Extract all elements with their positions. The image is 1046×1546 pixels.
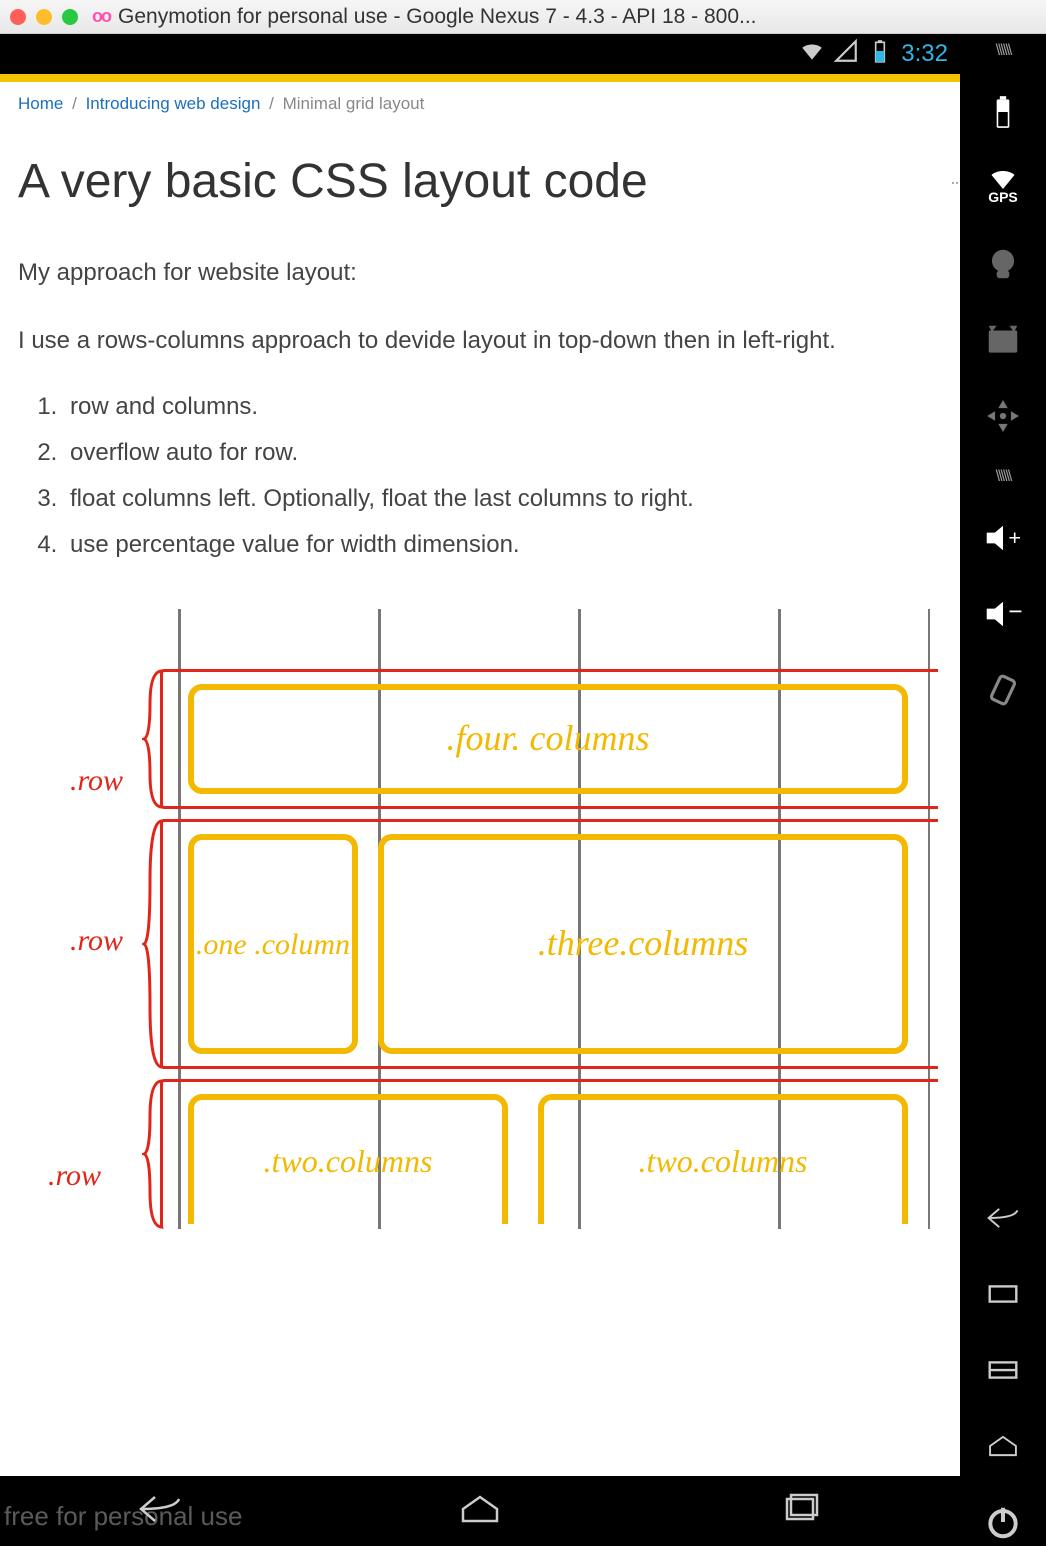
sidebar-grip-icon: \\\\\\ [996,42,1011,60]
diagram-col: .three.columns [378,834,908,1054]
breadcrumb-separator: / [72,94,77,113]
accent-bar [0,74,960,82]
watermark: free for personal use [4,1501,242,1532]
window-controls [10,9,78,25]
list-item: float columns left. Optionally, float th… [64,485,942,513]
window-title: Genymotion for personal use - Google Nex… [118,5,757,29]
page-title: A very basic CSS layout code [18,154,942,209]
power-button[interactable] [979,1498,1027,1546]
gps-tool-button[interactable]: GPS [979,164,1027,212]
minimize-window-button[interactable] [36,9,52,25]
device-screen: 3:32 Home / Introducing web design / Min… [0,34,960,1546]
screencast-tool-button[interactable] [979,316,1027,364]
body-paragraph: I use a rows-columns approach to devide … [18,323,942,359]
breadcrumb: Home / Introducing web design / Minimal … [18,94,942,114]
list-item: use percentage value for width dimension… [64,531,942,559]
svg-text:−: − [1008,598,1022,625]
intro-text: My approach for website layout: [18,259,942,287]
nav-menu-button[interactable] [979,1346,1027,1394]
battery-icon [867,38,893,70]
android-status-bar: 3:32 [0,34,960,74]
breadcrumb-current: Minimal grid layout [283,94,425,113]
android-nav-bar: free for personal use [0,1476,960,1546]
row-label: .row [70,924,123,958]
diagram-col: .one .column [188,834,358,1054]
list-item: overflow auto for row. [64,439,942,467]
genymotion-logo-icon: o​o [92,6,110,27]
close-window-button[interactable] [10,9,26,25]
list-item: row and columns. [64,393,942,421]
battery-tool-button[interactable] [979,88,1027,136]
row-label: .row [48,1159,101,1193]
diagram-col: .two.columns [538,1094,908,1224]
back-button[interactable] [135,1491,185,1532]
breadcrumb-section[interactable]: Introducing web design [86,94,261,113]
cell-signal-icon [833,38,859,70]
nav-back-button[interactable] [979,1194,1027,1242]
nav-recent-button[interactable] [979,1270,1027,1318]
svg-text:+: + [1008,525,1021,550]
steps-list: row and columns. overflow auto for row. … [64,393,942,559]
volume-up-button[interactable]: + [979,514,1027,562]
brace-icon [142,1079,166,1229]
page-content[interactable]: Home / Introducing web design / Minimal … [0,82,960,1476]
diagram-col: .four. columns [188,684,908,794]
dpad-tool-button[interactable] [979,392,1027,440]
diagram-col: .two.columns [188,1094,508,1224]
row-label: .row [70,764,123,798]
zoom-window-button[interactable] [62,9,78,25]
wifi-icon [799,38,825,70]
gps-label: GPS [988,189,1018,205]
home-button[interactable] [455,1491,505,1532]
breadcrumb-home[interactable]: Home [18,94,63,113]
genymotion-sidebar: \\\\\\ GPS \\\\\\ + − [960,34,1046,1546]
brace-icon [142,819,166,1069]
mac-title-bar: o​o Genymotion for personal use - Google… [0,0,1046,34]
status-clock: 3:32 [901,40,948,68]
grid-diagram: .row .four. columns .row .one .column .t… [18,609,942,1229]
nav-home-button[interactable] [979,1422,1027,1470]
recent-apps-button[interactable] [775,1491,825,1532]
camera-tool-button[interactable] [979,240,1027,288]
rotate-button[interactable] [979,666,1027,714]
sidebar-grip-icon: \\\\\\ [996,468,1011,486]
breadcrumb-separator: / [269,94,274,113]
brace-icon [142,669,166,809]
volume-down-button[interactable]: − [979,590,1027,638]
